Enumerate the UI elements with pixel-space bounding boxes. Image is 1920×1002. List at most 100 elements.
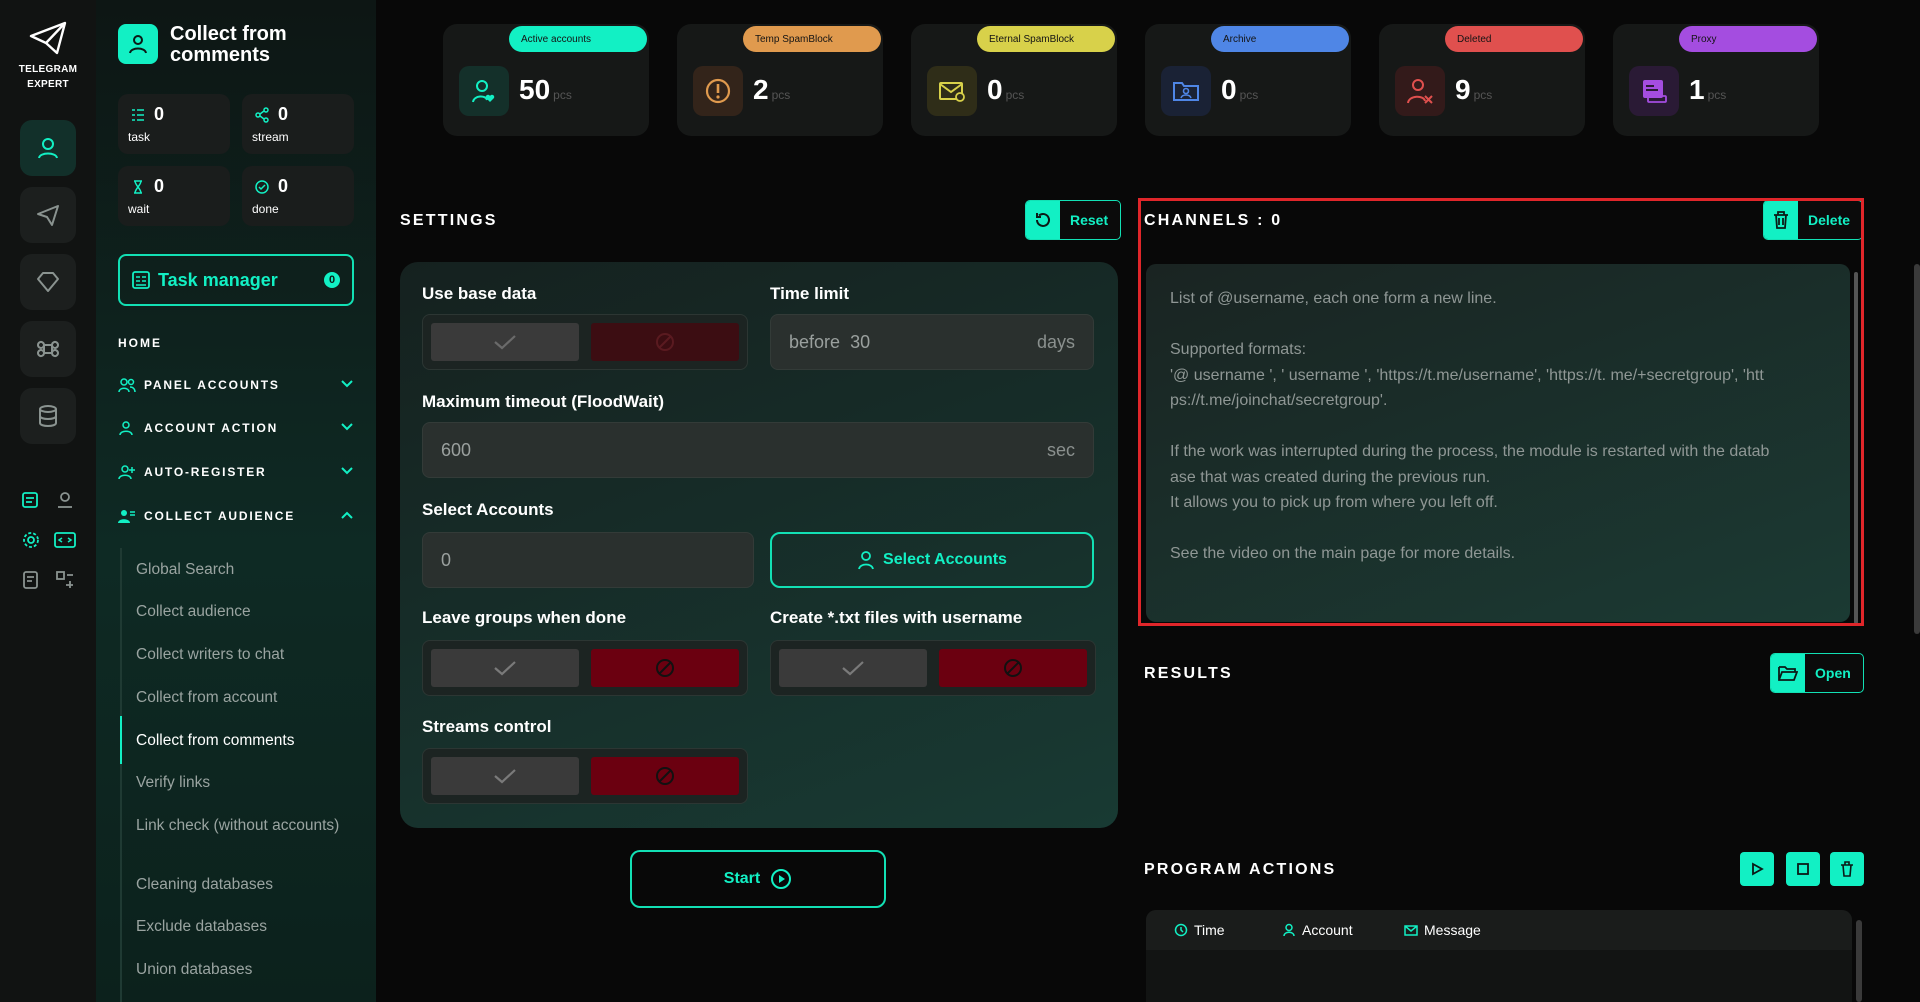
card-value: 50 pcs: [519, 74, 572, 105]
chevron-up-icon: [341, 511, 353, 519]
stat-label: stream: [252, 130, 289, 144]
warning-icon: [705, 78, 731, 104]
time-limit-input[interactable]: before 30 days: [770, 314, 1094, 370]
task-manager-button[interactable]: Task manager 0: [118, 254, 354, 306]
rail-accounts-button[interactable]: [20, 120, 76, 176]
open-results-button[interactable]: Open: [1770, 653, 1864, 693]
share-icon: [255, 107, 269, 123]
column-message[interactable]: Message: [1404, 922, 1481, 938]
accounts-count-input[interactable]: 0: [422, 532, 754, 588]
toggle-yes-button[interactable]: [431, 323, 579, 361]
card-active-accounts[interactable]: Active accounts 50 pcs: [443, 24, 649, 136]
card-archive[interactable]: Archive 0 pcs: [1145, 24, 1351, 136]
nav-section-label: PANEL ACCOUNTS: [144, 378, 280, 392]
max-timeout-label: Maximum timeout (FloodWait): [422, 392, 665, 411]
block-icon: [1004, 659, 1022, 677]
time-before-text: before: [789, 331, 841, 352]
card-deleted[interactable]: Deleted 9 pcs: [1379, 24, 1585, 136]
table-scrollbar[interactable]: [1856, 920, 1862, 1002]
sidebar-item-union-databases[interactable]: Union databases: [136, 962, 346, 978]
leave-groups-toggle: [422, 640, 748, 696]
user-icon: [38, 138, 58, 159]
task-manager-icon: [132, 271, 150, 289]
sidebar-item-collect-writers[interactable]: Collect writers to chat: [136, 647, 346, 663]
clock-icon: [1174, 923, 1188, 937]
accounts-value: 0: [441, 549, 452, 570]
sidebar-item-cleaning-databases[interactable]: Cleaning databases: [136, 877, 346, 893]
card-value: 0 pcs: [1221, 74, 1259, 105]
rail-send-button[interactable]: [20, 187, 76, 243]
card-icon-box: [1395, 66, 1445, 116]
sidebar-item-collect-from-account[interactable]: Collect from account: [136, 690, 346, 706]
rail-database-button[interactable]: [20, 388, 76, 444]
max-timeout-input[interactable]: 600 sec: [422, 422, 1094, 478]
rail-diamond-button[interactable]: [20, 254, 76, 310]
time-unit: days: [1036, 331, 1075, 352]
sidebar-item-collect-from-comments[interactable]: Collect from comments: [136, 733, 346, 749]
chevron-down-icon: [341, 467, 353, 475]
swap-icon[interactable]: [53, 568, 77, 592]
icon-rail: TELEGRAM EXPERT: [0, 0, 96, 1002]
diamond-icon: [37, 272, 59, 292]
toggle-yes-button[interactable]: [779, 649, 927, 687]
nav-auto-register[interactable]: AUTO-REGISTER: [118, 462, 354, 482]
list-settings-icon[interactable]: [19, 488, 43, 512]
send-icon: [37, 205, 59, 226]
actions-table: Time Account Message: [1146, 910, 1852, 1002]
sidebar-item-collect-audience[interactable]: Collect audience: [136, 604, 346, 620]
location-user-icon[interactable]: [53, 488, 77, 512]
page-scrollbar[interactable]: [1914, 264, 1920, 634]
sidebar-item-link-check[interactable]: Link check (without accounts): [136, 818, 346, 834]
settings-title: SETTINGS: [400, 212, 498, 229]
stat-label: wait: [128, 202, 150, 216]
brand-logo: TELEGRAM EXPERT: [0, 20, 96, 92]
sidebar-item-exclude-databases[interactable]: Exclude databases: [136, 919, 346, 935]
brand-line-1: TELEGRAM: [18, 64, 78, 75]
sidebar-item-verify-links[interactable]: Verify links: [136, 775, 346, 791]
user-icon: [858, 551, 874, 570]
nav-panel-accounts[interactable]: PANEL ACCOUNTS: [118, 375, 354, 395]
check-icon: [842, 661, 864, 676]
column-label: Time: [1194, 922, 1225, 938]
clear-log-button[interactable]: [1830, 852, 1864, 886]
chevron-down-icon: [341, 380, 353, 388]
rail-command-button[interactable]: [20, 321, 76, 377]
timeout-value: 600: [441, 439, 472, 460]
reset-button[interactable]: Reset: [1025, 200, 1122, 240]
toggle-yes-button[interactable]: [431, 649, 579, 687]
card-temp-spamblock[interactable]: Temp SpamBlock 2 pcs: [677, 24, 883, 136]
card-icon-box: [459, 66, 509, 116]
toggle-no-button[interactable]: [591, 757, 739, 795]
checklist-icon[interactable]: [19, 568, 43, 592]
block-icon: [656, 659, 674, 677]
toggle-no-button[interactable]: [591, 323, 739, 361]
card-eternal-spamblock[interactable]: Eternal SpamBlock 0 pcs: [911, 24, 1117, 136]
gear-icon[interactable]: [19, 528, 43, 552]
play-button[interactable]: [1740, 852, 1774, 886]
sidebar-item-global-search[interactable]: Global Search: [136, 562, 346, 578]
toggle-no-button[interactable]: [591, 649, 739, 687]
telegram-logo-icon: [29, 21, 67, 55]
start-button[interactable]: Start: [630, 850, 886, 908]
card-icon-box: [1161, 66, 1211, 116]
stat-wait: 0 wait: [118, 166, 230, 226]
check-icon: [494, 661, 516, 676]
user-remove-icon: [1407, 79, 1433, 104]
card-value: 0 pcs: [987, 74, 1025, 105]
nav-account-action[interactable]: ACCOUNT ACTION: [118, 418, 354, 438]
column-time[interactable]: Time: [1174, 922, 1225, 938]
avatar: [118, 24, 158, 64]
card-proxy[interactable]: Proxy 1 pcs: [1613, 24, 1819, 136]
database-icon: [39, 405, 57, 427]
code-window-icon[interactable]: [53, 528, 77, 552]
stop-button[interactable]: [1786, 852, 1820, 886]
nav-collect-audience[interactable]: COLLECT AUDIENCE: [118, 506, 354, 526]
toggle-yes-button[interactable]: [431, 757, 579, 795]
column-account[interactable]: Account: [1282, 922, 1353, 938]
nav-home[interactable]: HOME: [118, 336, 162, 350]
hourglass-icon: [134, 180, 142, 194]
trash-icon: [1841, 861, 1853, 877]
create-txt-label: Create *.txt files with username: [770, 608, 1023, 627]
select-accounts-button[interactable]: Select Accounts: [770, 532, 1094, 588]
toggle-no-button[interactable]: [939, 649, 1087, 687]
